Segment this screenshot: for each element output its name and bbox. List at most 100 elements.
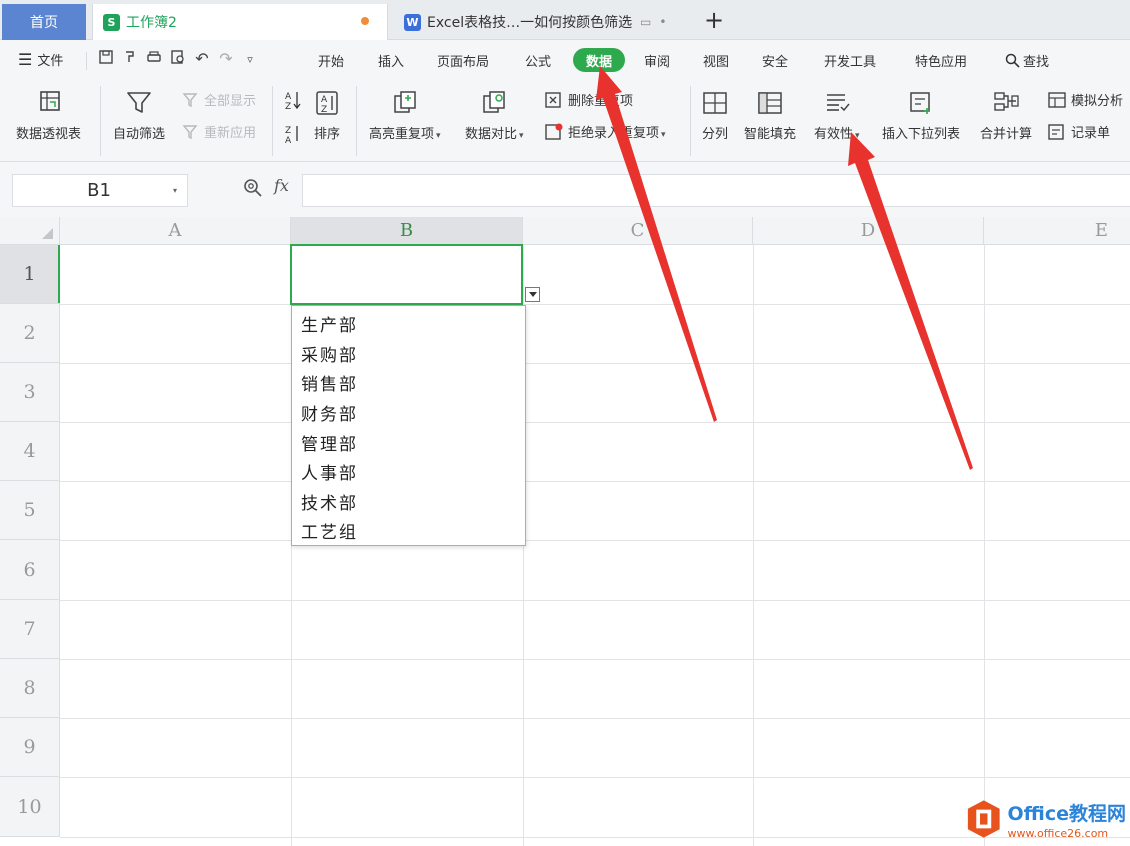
data-compare-button[interactable]: 数据对比 ▾ bbox=[465, 90, 524, 142]
select-all-corner[interactable] bbox=[0, 217, 60, 245]
menu-item-data[interactable]: 数据 bbox=[573, 48, 625, 72]
spreadsheet-icon: S bbox=[103, 13, 120, 31]
data-validity-button[interactable]: 有效性 ▾ bbox=[814, 90, 860, 142]
sort-label: 排序 bbox=[313, 127, 340, 142]
menu-item-start[interactable]: 开始 bbox=[318, 51, 344, 70]
sort-button[interactable]: AZ 排序 bbox=[313, 90, 341, 142]
cell-dropdown-arrow-icon[interactable] bbox=[525, 287, 540, 302]
svg-text:Z: Z bbox=[321, 105, 327, 115]
record-form-button[interactable]: 记录单 bbox=[1047, 122, 1110, 141]
row-selection-indicator bbox=[58, 245, 60, 303]
gridline bbox=[60, 600, 1130, 601]
merge-calculation-button[interactable]: 合并计算 bbox=[980, 90, 1032, 142]
column-header-d[interactable]: D bbox=[753, 217, 984, 245]
column-header-e[interactable]: E bbox=[984, 217, 1130, 245]
tab-document[interactable]: W Excel表格技…一如何按颜色筛选 ▭ • bbox=[394, 4, 688, 40]
row-header-8[interactable]: 8 bbox=[0, 659, 60, 718]
row-header-6[interactable]: 6 bbox=[0, 540, 60, 600]
menu-item-formula[interactable]: 公式 bbox=[525, 51, 551, 70]
name-box[interactable]: B1 ▾ bbox=[12, 174, 188, 207]
remove-duplicates-label: 删除重复项 bbox=[568, 94, 634, 109]
menu-item-insert[interactable]: 插入 bbox=[378, 51, 404, 70]
column-header-a[interactable]: A bbox=[60, 217, 291, 245]
menu-item-developer[interactable]: 开发工具 bbox=[824, 51, 876, 70]
row-header-2[interactable]: 2 bbox=[0, 304, 60, 363]
insert-dropdown-list-button[interactable]: 插入下拉列表 bbox=[882, 90, 960, 142]
row-header-1[interactable]: 1 bbox=[0, 245, 60, 304]
insert-dropdown-list-label: 插入下拉列表 bbox=[882, 127, 961, 142]
sort-ascending-button[interactable]: AZ bbox=[284, 90, 306, 110]
office-logo-icon bbox=[967, 800, 1000, 838]
menu-item-review[interactable]: 审阅 bbox=[644, 51, 670, 70]
pivot-table-button[interactable]: 数据透视表 bbox=[16, 90, 81, 142]
reapply-button[interactable]: 重新应用 bbox=[182, 122, 256, 141]
file-menu-button[interactable]: ☰ 文件 bbox=[18, 50, 63, 69]
reapply-icon bbox=[182, 124, 198, 139]
column-header-b[interactable]: B bbox=[291, 217, 523, 245]
print-icon[interactable] bbox=[144, 49, 164, 69]
dropdown-option[interactable]: 人事部 bbox=[292, 457, 525, 487]
svg-text:A: A bbox=[285, 136, 292, 144]
redo-icon[interactable]: ↷ bbox=[216, 49, 236, 68]
show-all-icon bbox=[182, 92, 198, 107]
dropdown-option[interactable]: 技术部 bbox=[292, 487, 525, 517]
highlight-duplicates-button[interactable]: 高亮重复项 ▾ bbox=[369, 90, 441, 142]
row-header-5[interactable]: 5 bbox=[0, 481, 60, 540]
dropdown-option[interactable]: 销售部 bbox=[292, 368, 525, 398]
reject-duplicates-icon bbox=[545, 123, 563, 140]
menu-item-special[interactable]: 特色应用 bbox=[915, 51, 967, 70]
undo-icon[interactable]: ↶ bbox=[192, 49, 212, 68]
menu-search-button[interactable]: 查找 bbox=[1005, 51, 1049, 70]
ribbon-separator bbox=[690, 86, 691, 156]
name-box-dropdown-icon[interactable]: ▾ bbox=[173, 186, 187, 195]
svg-text:A: A bbox=[285, 92, 292, 102]
dropdown-option[interactable]: 采购部 bbox=[292, 339, 525, 369]
customize-toolbar-icon[interactable]: ▿ bbox=[240, 53, 260, 66]
record-form-label: 记录单 bbox=[1071, 126, 1111, 141]
row-header-3[interactable]: 3 bbox=[0, 363, 60, 422]
sort-descending-button[interactable]: ZA bbox=[284, 124, 306, 144]
row-header-10[interactable]: 10 bbox=[0, 777, 60, 837]
zoom-lookup-icon[interactable] bbox=[243, 178, 263, 198]
gridline bbox=[753, 245, 754, 846]
row-header-9[interactable]: 9 bbox=[0, 718, 60, 777]
menu-item-view[interactable]: 视图 bbox=[703, 51, 729, 70]
format-painter-icon[interactable] bbox=[120, 49, 140, 69]
svg-text:A: A bbox=[321, 95, 328, 105]
row-header-7[interactable]: 7 bbox=[0, 600, 60, 659]
smart-fill-button[interactable]: 智能填充 bbox=[744, 90, 796, 142]
split-column-button[interactable]: 分列 bbox=[701, 90, 729, 142]
active-cell-b1[interactable] bbox=[290, 244, 523, 305]
dropdown-option[interactable]: 财务部 bbox=[292, 398, 525, 428]
merge-calculation-label: 合并计算 bbox=[980, 127, 1033, 142]
show-all-button[interactable]: 全部显示 bbox=[182, 90, 256, 109]
column-header-c[interactable]: C bbox=[523, 217, 753, 245]
tab-close-icon[interactable]: • bbox=[659, 15, 666, 29]
menu-item-page-layout[interactable]: 页面布局 bbox=[437, 51, 489, 70]
svg-text:Z: Z bbox=[285, 126, 291, 136]
whatif-analysis-button[interactable]: 模拟分析 bbox=[1047, 90, 1123, 109]
reapply-label: 重新应用 bbox=[204, 126, 257, 141]
menu-item-security[interactable]: 安全 bbox=[762, 51, 788, 70]
reject-duplicates-button[interactable]: 拒绝录入重复项 ▾ bbox=[544, 122, 666, 141]
sort-ascending-icon: AZ bbox=[285, 92, 301, 110]
smart-fill-label: 智能填充 bbox=[744, 127, 797, 142]
tab-options-icon[interactable]: ▭ bbox=[640, 15, 651, 29]
smart-fill-icon bbox=[758, 92, 782, 114]
writer-doc-icon: W bbox=[404, 13, 421, 31]
new-tab-plus-icon[interactable]: + bbox=[703, 6, 725, 34]
dropdown-option[interactable]: 生产部 bbox=[292, 309, 525, 339]
data-validity-label: 有效性 ▾ bbox=[814, 127, 860, 142]
dropdown-option[interactable]: 工艺组 bbox=[292, 516, 525, 546]
remove-duplicates-button[interactable]: 删除重复项 bbox=[544, 90, 633, 109]
row-header-4[interactable]: 4 bbox=[0, 422, 60, 481]
formula-input[interactable] bbox=[302, 174, 1130, 207]
print-preview-icon[interactable] bbox=[168, 49, 188, 69]
tab-home[interactable]: 首页 bbox=[2, 4, 86, 40]
dropdown-option[interactable]: 管理部 bbox=[292, 427, 525, 457]
tab-workbook[interactable]: S 工作簿2 bbox=[92, 4, 388, 40]
autofilter-button[interactable]: 自动筛选 bbox=[113, 90, 165, 142]
save-icon[interactable] bbox=[96, 49, 116, 69]
whatif-analysis-icon bbox=[1048, 91, 1066, 108]
function-fx-icon[interactable]: fx bbox=[274, 176, 289, 195]
